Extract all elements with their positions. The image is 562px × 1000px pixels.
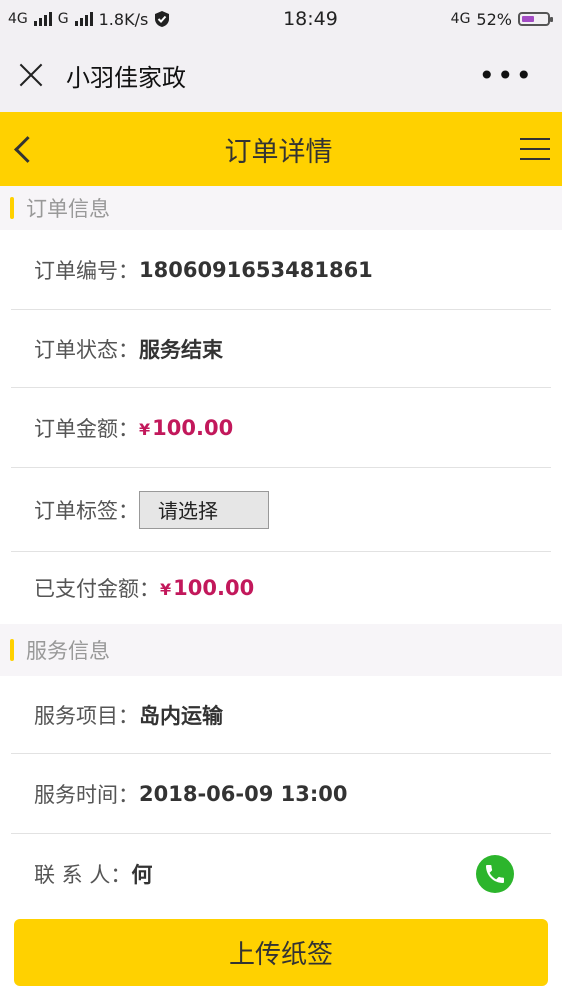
- amount: 100.00: [173, 576, 255, 600]
- field-label: 服务时间：: [34, 782, 139, 807]
- paid-amount-row: 已支付金额： ¥100.00: [11, 552, 551, 624]
- field-label: 订单标签：: [34, 498, 139, 523]
- field-label: 订单编号：: [34, 258, 139, 283]
- status-time: 18:49: [283, 8, 338, 30]
- network-g-label: G: [57, 11, 69, 27]
- field-label: 服务项目：: [34, 703, 139, 728]
- back-icon[interactable]: [14, 135, 41, 163]
- nav-bar: 订单详情: [0, 112, 562, 186]
- phone-icon[interactable]: [476, 855, 514, 893]
- bottom-bar: 上传纸签: [0, 906, 562, 1000]
- order-amount-row: 订单金额： ¥100.00: [11, 388, 551, 468]
- service-time-value: 2018-06-09 13:00: [139, 781, 348, 806]
- field-label: 已支付金额：: [34, 577, 160, 601]
- network-type: 4G: [450, 11, 471, 27]
- network-4g-label: 4G: [8, 11, 28, 27]
- contact-value: 何: [131, 863, 153, 887]
- currency-symbol: ¥: [160, 580, 172, 599]
- field-label: 订单状态：: [34, 337, 139, 362]
- service-item-row: 服务项目： 岛内运输: [11, 676, 551, 754]
- section-marker: [10, 639, 14, 661]
- menu-icon[interactable]: [520, 138, 550, 160]
- status-right: 4G 52%: [450, 9, 553, 29]
- status-left: 4G G 1.8K/s: [8, 10, 170, 29]
- app-title: 小羽佳家政: [66, 63, 186, 92]
- section-header-order: 订单信息: [0, 186, 562, 230]
- order-tag-row: 订单标签： 请选择: [11, 468, 551, 552]
- close-icon[interactable]: [18, 62, 44, 88]
- wechat-header: 小羽佳家政 •••: [0, 38, 562, 112]
- upload-paper-sign-button[interactable]: 上传纸签: [14, 919, 548, 986]
- page-title: 订单详情: [224, 136, 333, 168]
- field-label: 订单金额：: [34, 416, 139, 441]
- signal-icon: [33, 12, 52, 26]
- shield-icon: [155, 11, 170, 27]
- amount: 100.00: [152, 415, 234, 440]
- order-status-row: 订单状态： 服务结束: [11, 310, 551, 388]
- battery-percent: 52%: [476, 9, 512, 29]
- order-number-row: 订单编号： 1806091653481861: [11, 230, 551, 310]
- order-amount-value: ¥100.00: [139, 416, 233, 440]
- contact-row: 联 系 人： 何: [11, 834, 551, 914]
- signal-icon-2: [74, 12, 93, 26]
- service-item-value: 岛内运输: [139, 703, 223, 728]
- status-bar: 4G G 1.8K/s 18:49 4G 52%: [0, 0, 562, 38]
- paid-amount-value: ¥100.00: [160, 576, 254, 600]
- currency-symbol: ¥: [139, 419, 151, 439]
- order-tag-select[interactable]: 请选择: [139, 490, 269, 529]
- service-time-row: 服务时间： 2018-06-09 13:00: [11, 754, 551, 834]
- field-label: 联 系 人：: [34, 863, 132, 887]
- more-icon[interactable]: •••: [478, 59, 534, 92]
- order-status-value: 服务结束: [139, 337, 223, 362]
- section-title: 订单信息: [26, 197, 110, 221]
- order-number-value: 1806091653481861: [139, 257, 373, 282]
- section-title: 服务信息: [26, 639, 110, 663]
- section-header-service: 服务信息: [0, 624, 562, 676]
- network-speed: 1.8K/s: [98, 9, 149, 29]
- section-marker: [10, 197, 14, 219]
- battery-icon: [517, 12, 553, 26]
